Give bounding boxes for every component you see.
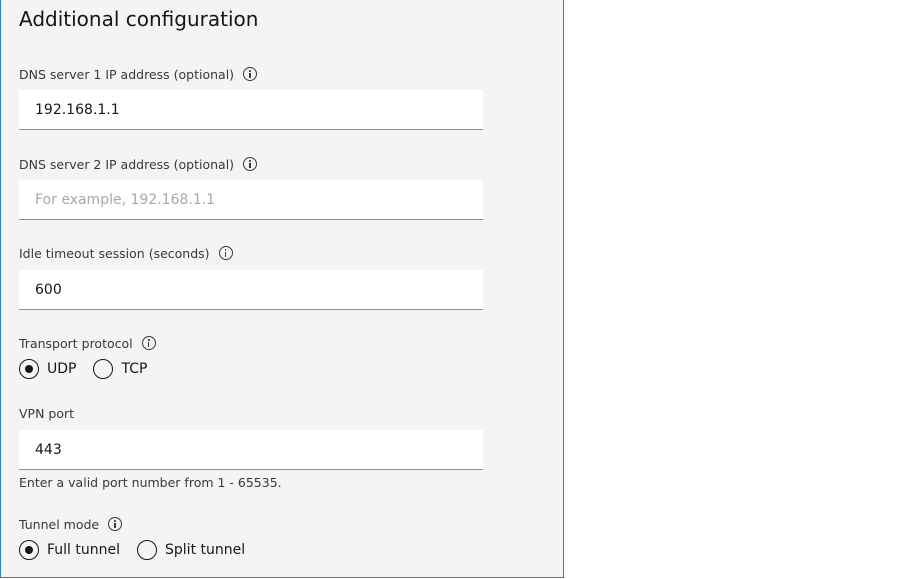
transport-option-udp-label: UDP <box>47 361 77 377</box>
tunnel-mode-label-row: Tunnel mode <box>19 514 123 534</box>
panel-title: Additional configuration <box>19 7 259 31</box>
tunnel-option-split-label: Split tunnel <box>165 542 246 558</box>
tunnel-option-split[interactable]: Split tunnel <box>137 540 245 560</box>
idle-timeout-info-icon[interactable] <box>218 246 233 260</box>
transport-option-tcp[interactable]: TCP <box>93 359 147 379</box>
radio-unchecked-icon[interactable] <box>93 359 114 379</box>
dns2-label: DNS server 2 IP address (optional) <box>19 156 235 172</box>
dns2-input[interactable] <box>19 180 483 220</box>
dns1-input[interactable] <box>19 90 483 130</box>
dns1-label: DNS server 1 IP address (optional) <box>19 66 235 82</box>
dns1-label-row: DNS server 1 IP address (optional) <box>19 64 258 84</box>
vpn-port-input[interactable] <box>19 430 483 470</box>
idle-timeout-input[interactable] <box>19 270 483 310</box>
idle-timeout-label: Idle timeout session (seconds) <box>19 245 210 261</box>
vpn-port-helper-text: Enter a valid port number from 1 - 65535… <box>19 475 282 490</box>
transport-option-udp[interactable]: UDP <box>19 359 76 379</box>
tunnel-mode-label: Tunnel mode <box>19 516 100 532</box>
radio-unchecked-icon[interactable] <box>137 540 158 560</box>
additional-configuration-panel: Additional configuration DNS server 1 IP… <box>0 0 564 578</box>
transport-info-icon[interactable] <box>141 336 156 350</box>
transport-option-tcp-label: TCP <box>121 361 148 377</box>
tunnel-mode-info-icon[interactable] <box>108 517 123 531</box>
dns2-info-icon[interactable] <box>243 157 258 171</box>
transport-label: Transport protocol <box>19 335 133 351</box>
transport-label-row: Transport protocol <box>19 333 156 353</box>
tunnel-option-full-label: Full tunnel <box>47 542 121 558</box>
radio-checked-icon[interactable] <box>19 540 39 560</box>
vpn-port-label: VPN port <box>19 405 75 421</box>
dns2-label-row: DNS server 2 IP address (optional) <box>19 154 258 174</box>
radio-checked-icon[interactable] <box>19 359 39 379</box>
tunnel-mode-radio-group: Full tunnel Split tunnel <box>19 538 262 562</box>
vpn-port-label-row: VPN port <box>19 403 74 423</box>
idle-timeout-label-row: Idle timeout session (seconds) <box>19 243 233 263</box>
tunnel-option-full[interactable]: Full tunnel <box>19 540 120 560</box>
dns1-info-icon[interactable] <box>243 67 258 81</box>
transport-radio-group: UDP TCP <box>19 357 164 381</box>
